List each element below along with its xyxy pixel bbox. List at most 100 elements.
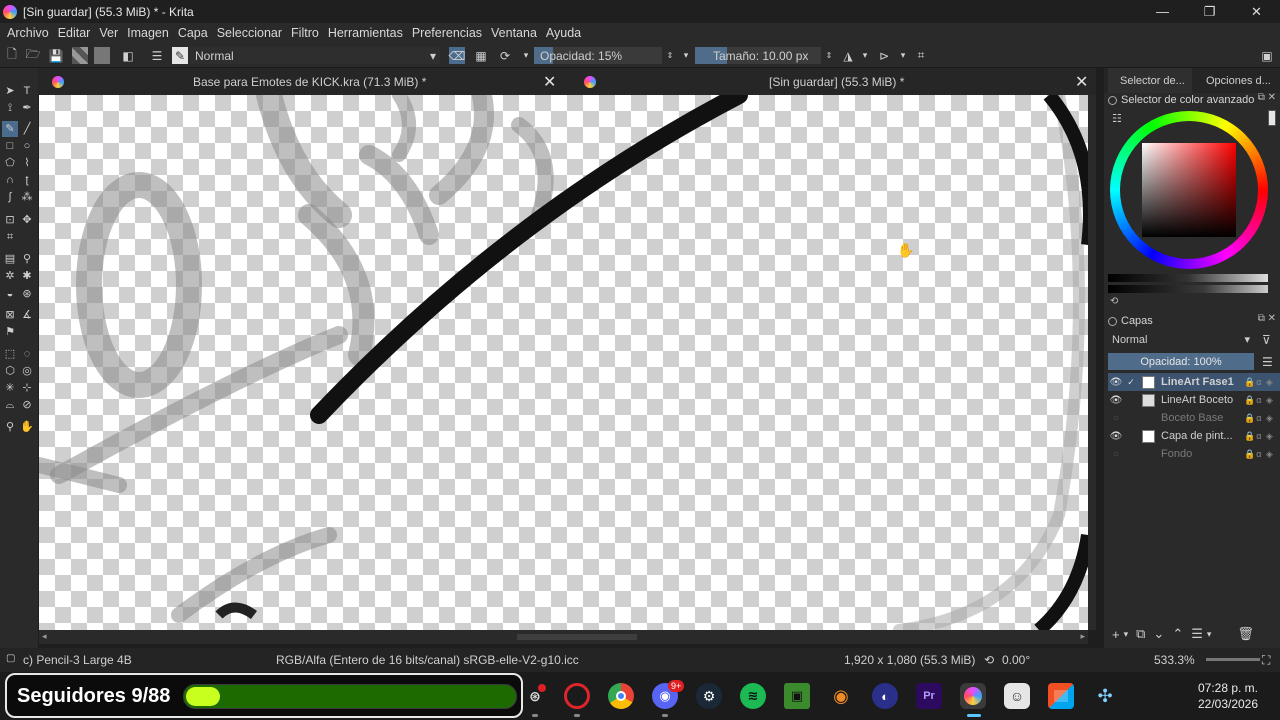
menu-archivo[interactable]: Archivo xyxy=(7,26,49,40)
minecraft-icon[interactable]: ▣ xyxy=(784,683,810,709)
line-tool-icon[interactable]: ╱ xyxy=(21,123,33,135)
shade-bar[interactable] xyxy=(1108,285,1268,293)
freehand-brush-tool-icon[interactable]: ✎ xyxy=(2,121,18,137)
pattern-icon[interactable] xyxy=(72,47,88,64)
vertical-scrollbar[interactable] xyxy=(1088,95,1096,630)
crop-tool-icon[interactable]: ⌗ xyxy=(4,231,16,243)
zoom-tool-icon[interactable]: ⚲ xyxy=(4,421,16,433)
fullscreen-icon[interactable]: ⛶ xyxy=(1262,653,1270,668)
layers-blend-select[interactable]: Normal ▾ xyxy=(1108,331,1254,348)
edit-shapes-tool-icon[interactable]: ⟟ xyxy=(4,102,16,114)
menu-editar[interactable]: Editar xyxy=(58,26,91,40)
tool-icon[interactable]: ✣ xyxy=(1092,683,1118,709)
chrome-icon[interactable] xyxy=(608,683,634,709)
steam-icon[interactable]: ⚙ xyxy=(696,683,722,709)
smart-patch-tool-icon[interactable]: ✲ xyxy=(4,270,16,282)
dock-toggle-icon[interactable]: ▣ xyxy=(1259,47,1275,64)
mirror-vertical-icon[interactable]: ⊳ xyxy=(876,47,892,64)
contiguous-select-tool-icon[interactable]: ✳ xyxy=(4,382,16,394)
ellipse-tool-icon[interactable]: ○ xyxy=(21,140,33,152)
zoom-slider[interactable] xyxy=(1206,658,1260,661)
menu-filtro[interactable]: Filtro xyxy=(291,26,319,40)
menu-seleccionar[interactable]: Seleccionar xyxy=(217,26,282,40)
freehand-path-tool-icon[interactable]: ʈ xyxy=(21,174,33,186)
zoom-value[interactable]: 533.3% xyxy=(1154,653,1195,667)
menu-ventana[interactable]: Ventana xyxy=(491,26,537,40)
brush-preset-icon[interactable]: ✎ xyxy=(172,47,188,64)
panel-lock-icon[interactable] xyxy=(1108,316,1117,326)
layer-row[interactable]: 👁 Capa de pint... 🔒α ◈ xyxy=(1108,427,1280,445)
preserve-alpha-icon[interactable]: ▦ xyxy=(473,47,489,64)
dynamic-brush-tool-icon[interactable]: ∫ xyxy=(4,191,16,203)
maximize-button[interactable]: ❐ xyxy=(1186,0,1233,23)
bezier-tool-icon[interactable]: ∩ xyxy=(4,174,16,186)
menu-imagen[interactable]: Imagen xyxy=(127,26,169,40)
chevron-down-icon[interactable]: ▾ xyxy=(1207,629,1212,640)
mirror-horizontal-icon[interactable]: ◮ xyxy=(840,47,856,64)
horizontal-scrollbar[interactable]: ◂ ▸ xyxy=(39,630,1088,644)
hidden-eye-icon[interactable]: ○ xyxy=(1108,449,1124,460)
reference-tool-icon[interactable]: ⚑ xyxy=(4,326,16,338)
panel-float-close-icon[interactable]: ⧉ ✕ xyxy=(1258,313,1276,324)
add-layer-icon[interactable]: + xyxy=(1112,627,1120,642)
brush-name[interactable]: c) Pencil-3 Large 4B xyxy=(23,653,132,667)
freehand-select-tool-icon[interactable]: ◎ xyxy=(21,365,33,377)
save-icon[interactable]: 💾 xyxy=(48,47,64,64)
menu-ver[interactable]: Ver xyxy=(99,26,118,40)
layer-lock-alpha-icons[interactable]: 🔒α ◈ xyxy=(1244,431,1280,442)
store-icon[interactable] xyxy=(1048,683,1074,709)
polygon-tool-icon[interactable]: ⬠ xyxy=(4,157,16,169)
rect-select-tool-icon[interactable]: ⬚ xyxy=(4,348,16,360)
blend-mode-select[interactable]: Normal ▾ xyxy=(190,47,440,64)
calligraphy-tool-icon[interactable]: ✒ xyxy=(21,102,33,114)
system-clock[interactable]: 07:28 p. m. 22/03/2026 xyxy=(1180,680,1276,712)
ellipse-select-tool-icon[interactable]: ◌ xyxy=(21,348,33,360)
similar-select-tool-icon[interactable]: ⊹ xyxy=(21,382,33,394)
multibrush-tool-icon[interactable]: ⁂ xyxy=(21,191,33,203)
scroll-right-icon[interactable]: ▸ xyxy=(1080,631,1085,642)
scrollbar-thumb[interactable] xyxy=(517,634,637,640)
rectangle-tool-icon[interactable]: □ xyxy=(4,140,16,152)
reload-preset-icon[interactable]: ⟳ xyxy=(497,47,513,64)
layers-opacity-slider[interactable]: Opacidad: 100% xyxy=(1108,353,1254,370)
color-settings-icon[interactable]: ☷ xyxy=(1112,112,1122,125)
drawing-canvas[interactable]: ✋ xyxy=(39,95,1088,630)
layer-row[interactable]: 👁 ✓ LineArt Fase1 🔒α ◈ xyxy=(1108,373,1280,391)
magnetic-select-tool-icon[interactable]: ⊘ xyxy=(21,399,33,411)
close-tab-icon[interactable]: ✕ xyxy=(1075,68,1088,95)
opacity-spin-icon[interactable]: ⇕ xyxy=(662,47,678,64)
measure-tool-icon[interactable]: ∡ xyxy=(21,309,33,321)
duplicate-layer-icon[interactable]: ⧉ xyxy=(1136,626,1145,642)
move-tool-icon[interactable]: ✥ xyxy=(21,214,33,226)
chevron-down-icon[interactable]: ▾ xyxy=(895,47,911,64)
layer-row[interactable]: ○ Fondo 🔒α ◈ xyxy=(1108,445,1280,463)
scroll-left-icon[interactable]: ◂ xyxy=(42,631,47,642)
minimize-button[interactable]: — xyxy=(1139,0,1186,23)
tab-opciones[interactable]: Opciones d... xyxy=(1196,68,1280,93)
enclose-fill-tool-icon[interactable]: ⊛ xyxy=(21,288,33,300)
move-up-icon[interactable]: ⌃ xyxy=(1172,626,1183,642)
size-slider[interactable]: Tamaño: 10.00 px xyxy=(695,47,821,64)
twitch-icon[interactable]: ☺ xyxy=(1004,683,1030,709)
visibility-eye-icon[interactable]: 👁 xyxy=(1108,395,1124,406)
premiere-icon[interactable]: Pr xyxy=(916,683,942,709)
cinema4d-icon[interactable]: ◐ xyxy=(872,683,898,709)
wrap-around-icon[interactable]: ⌗ xyxy=(913,47,929,64)
layer-row[interactable]: 👁 LineArt Boceto 🔒α ◈ xyxy=(1108,391,1280,409)
panel-float-close-icon[interactable]: ⧉ ✕ xyxy=(1258,92,1276,103)
fg-bg-color-icon[interactable]: ◧ xyxy=(120,47,136,64)
rotation-icon[interactable]: ⟲ xyxy=(984,653,994,667)
polyline-tool-icon[interactable]: ⌇ xyxy=(21,157,33,169)
refresh-icon[interactable]: ⟲ xyxy=(1110,296,1118,307)
delete-layer-icon[interactable]: 🗑 xyxy=(1237,626,1254,642)
visibility-eye-icon[interactable]: 👁 xyxy=(1108,377,1124,388)
move-down-icon[interactable]: ⌄ xyxy=(1153,626,1164,642)
layer-lock-alpha-icons[interactable]: 🔒α ◈ xyxy=(1244,449,1280,460)
tab-sin-guardar[interactable]: [Sin guardar] (55.3 MiB) * xyxy=(769,68,904,95)
eraser-mode-icon[interactable]: ⌫ xyxy=(449,47,465,64)
blender-icon[interactable]: ◉ xyxy=(828,683,854,709)
chevron-down-icon[interactable]: ▾ xyxy=(678,47,694,64)
fill-tool-icon[interactable]: ◒ xyxy=(4,288,16,300)
close-button[interactable]: ✕ xyxy=(1233,0,1280,23)
hidden-eye-icon[interactable]: ○ xyxy=(1108,413,1124,424)
